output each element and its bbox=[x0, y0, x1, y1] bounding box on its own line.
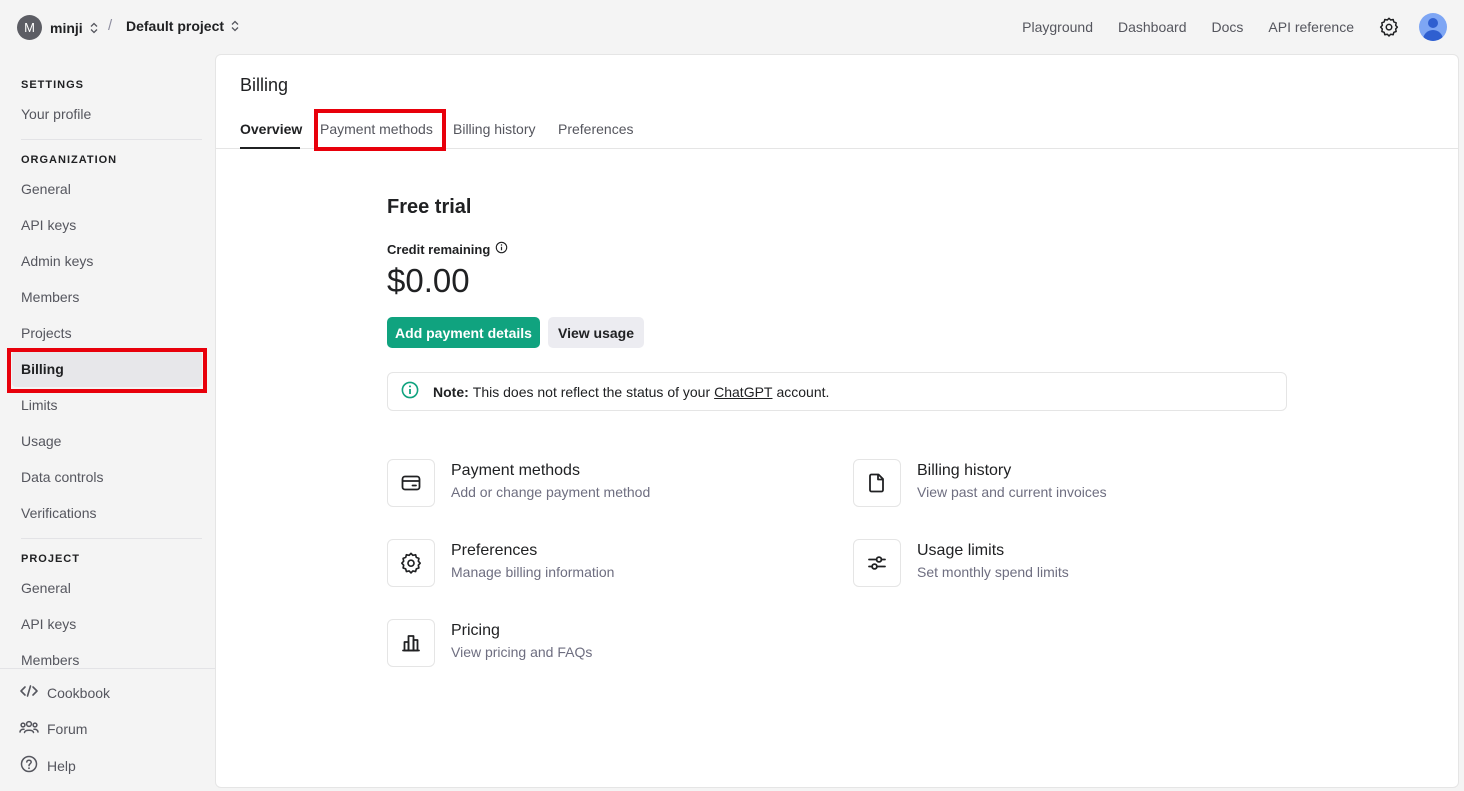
code-icon bbox=[19, 683, 47, 702]
card-title: Usage limits bbox=[917, 542, 1005, 559]
chevron-up-down-icon bbox=[231, 20, 239, 32]
view-usage-button[interactable]: View usage bbox=[548, 317, 644, 348]
sidebar-divider bbox=[21, 538, 202, 539]
credit-card-icon bbox=[387, 459, 435, 507]
sidebar-item-project-members[interactable]: Members bbox=[21, 652, 79, 668]
sidebar-item-members[interactable]: Members bbox=[21, 289, 79, 305]
help-circle-icon bbox=[19, 755, 47, 776]
billing-highlight-box bbox=[7, 348, 207, 393]
bar-chart-icon bbox=[387, 619, 435, 667]
card-preferences[interactable]: Preferences Manage billing information bbox=[387, 539, 614, 587]
sidebar-item-usage[interactable]: Usage bbox=[21, 433, 61, 449]
document-icon bbox=[853, 459, 901, 507]
sidebar-section-organization: ORGANIZATION bbox=[21, 154, 118, 166]
card-title: Pricing bbox=[451, 622, 500, 639]
note-text: This does not reflect the status of your bbox=[472, 383, 711, 400]
credit-amount: $0.00 bbox=[387, 262, 470, 299]
project-switcher[interactable]: Default project bbox=[126, 18, 239, 34]
credit-remaining-label: Credit remaining bbox=[387, 241, 508, 257]
card-billing-history[interactable]: Billing history View past and current in… bbox=[853, 459, 1107, 507]
tab-billing-history[interactable]: Billing history bbox=[453, 121, 535, 137]
sidebar-item-label: Forum bbox=[47, 720, 88, 737]
org-name: minji bbox=[50, 19, 83, 36]
card-description: Add or change payment method bbox=[451, 484, 651, 500]
chatgpt-link[interactable]: ChatGPT bbox=[714, 384, 772, 400]
card-description: Set monthly spend limits bbox=[917, 564, 1069, 580]
sidebar: SETTINGS Your profile ORGANIZATION Gener… bbox=[0, 54, 215, 791]
settings-gear-icon[interactable] bbox=[1375, 13, 1403, 41]
project-name: Default project bbox=[126, 18, 225, 34]
card-pricing[interactable]: Pricing View pricing and FAQs bbox=[387, 619, 592, 667]
note-text-end: account. bbox=[776, 383, 830, 400]
sidebar-item-admin-keys[interactable]: Admin keys bbox=[21, 253, 93, 269]
card-title: Preferences bbox=[451, 542, 538, 559]
note-label: Note: bbox=[433, 383, 469, 400]
nav-docs[interactable]: Docs bbox=[1211, 19, 1243, 35]
sidebar-item-label: Help bbox=[47, 757, 76, 774]
sidebar-item-forum[interactable]: Forum bbox=[19, 719, 87, 738]
page-title: Billing bbox=[240, 75, 289, 95]
card-usage-limits[interactable]: Usage limits Set monthly spend limits bbox=[853, 539, 1069, 587]
sidebar-section-settings: SETTINGS bbox=[21, 79, 85, 91]
sidebar-item-project-api-keys[interactable]: API keys bbox=[21, 616, 76, 632]
payment-methods-tab-highlight-box bbox=[314, 109, 446, 151]
user-avatar[interactable] bbox=[1419, 13, 1447, 41]
sidebar-item-data-controls[interactable]: Data controls bbox=[21, 469, 103, 485]
sidebar-item-label: Cookbook bbox=[47, 684, 111, 701]
info-circle-icon bbox=[388, 381, 433, 402]
card-title: Billing history bbox=[917, 462, 1012, 479]
card-description: View pricing and FAQs bbox=[451, 644, 593, 660]
sidebar-item-project-general[interactable]: General bbox=[21, 580, 71, 596]
sidebar-item-your-profile[interactable]: Your profile bbox=[21, 106, 91, 122]
people-icon bbox=[19, 719, 47, 738]
nav-dashboard[interactable]: Dashboard bbox=[1118, 19, 1187, 35]
breadcrumb-separator: / bbox=[108, 17, 113, 34]
org-avatar: M bbox=[17, 15, 42, 40]
chevron-up-down-icon bbox=[90, 22, 98, 34]
org-switcher[interactable]: M minji bbox=[17, 15, 98, 40]
tab-preferences[interactable]: Preferences bbox=[558, 121, 633, 137]
nav-playground[interactable]: Playground bbox=[1022, 19, 1093, 35]
gear-icon bbox=[387, 539, 435, 587]
sliders-icon bbox=[853, 539, 901, 587]
credit-remaining-text: Credit remaining bbox=[387, 241, 491, 257]
sidebar-item-help[interactable]: Help bbox=[19, 755, 76, 776]
card-title: Payment methods bbox=[451, 462, 580, 479]
add-payment-details-button[interactable]: Add payment details bbox=[387, 317, 540, 348]
sidebar-item-org-api-keys[interactable]: API keys bbox=[21, 217, 76, 233]
billing-panel: Billing Overview Payment methods Billing… bbox=[215, 54, 1459, 788]
tab-overview[interactable]: Overview bbox=[240, 121, 302, 137]
sidebar-item-verifications[interactable]: Verifications bbox=[21, 505, 96, 521]
plan-title: Free trial bbox=[387, 196, 472, 218]
sidebar-item-cookbook[interactable]: Cookbook bbox=[19, 683, 110, 702]
nav-api-reference[interactable]: API reference bbox=[1268, 19, 1354, 35]
sidebar-divider bbox=[21, 139, 202, 140]
top-bar: M minji / Default project Playground Das… bbox=[0, 0, 1464, 54]
card-description: View past and current invoices bbox=[917, 484, 1107, 500]
chatgpt-status-note: Note: This does not reflect the status o… bbox=[387, 372, 1287, 411]
sidebar-item-projects[interactable]: Projects bbox=[21, 325, 72, 341]
sidebar-item-org-general[interactable]: General bbox=[21, 181, 71, 197]
active-tab-underline bbox=[240, 147, 300, 149]
card-description: Manage billing information bbox=[451, 564, 615, 580]
sidebar-item-limits[interactable]: Limits bbox=[21, 397, 58, 413]
top-nav: Playground Dashboard Docs API reference bbox=[1022, 0, 1464, 54]
sidebar-section-project: PROJECT bbox=[21, 553, 80, 565]
card-payment-methods[interactable]: Payment methods Add or change payment me… bbox=[387, 459, 650, 507]
sidebar-footer: Cookbook Forum Help bbox=[0, 668, 215, 791]
info-icon[interactable] bbox=[490, 241, 508, 257]
